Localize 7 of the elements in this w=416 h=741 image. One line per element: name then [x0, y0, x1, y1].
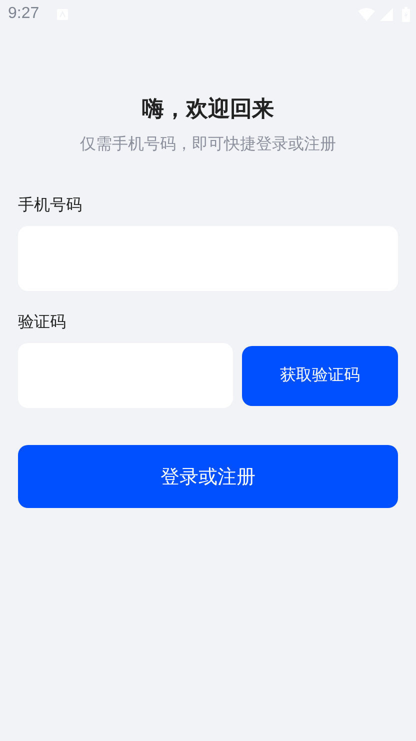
get-code-button[interactable]: 获取验证码 — [242, 346, 398, 406]
login-button[interactable]: 登录或注册 — [18, 445, 398, 508]
code-label: 验证码 — [18, 311, 66, 333]
status-time: 9:27 — [8, 5, 40, 23]
phone-label: 手机号码 — [18, 194, 82, 216]
welcome-title: 嗨，欢迎回来 — [142, 96, 274, 124]
subtitle: 仅需手机号码，即可快捷登录或注册 — [80, 133, 336, 155]
